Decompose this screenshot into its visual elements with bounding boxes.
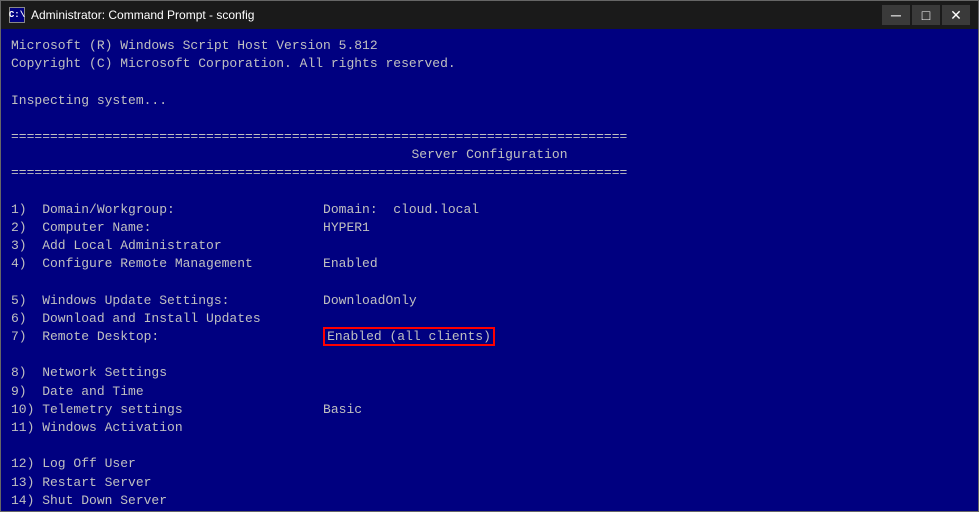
window: C:\ Administrator: Command Prompt - scon… [0,0,979,512]
blank-2 [11,273,968,291]
minimize-button[interactable]: ─ [882,5,910,25]
line-4: Inspecting system... [11,92,968,110]
item-10: 10) Telemetry settings Basic [11,401,968,419]
line-1: Microsoft (R) Windows Script Host Versio… [11,37,968,55]
line-3 [11,73,968,91]
item-5: 5) Windows Update Settings: DownloadOnly [11,292,968,310]
item-13: 13) Restart Server [11,474,968,492]
item-9: 9) Date and Time [11,383,968,401]
item-7-pre: 7) Remote Desktop: [11,329,323,344]
close-button[interactable]: ✕ [942,5,970,25]
item-1: 1) Domain/Workgroup: Domain: cloud.local [11,201,968,219]
separator-1: ========================================… [11,128,968,146]
item-7-highlight: Enabled (all clients) [323,327,495,346]
blank-1 [11,183,968,201]
title-bar: C:\ Administrator: Command Prompt - scon… [1,1,978,29]
item-15: 15) Exit to Command Line [11,510,968,511]
blank-3 [11,346,968,364]
window-controls: ─ □ ✕ [882,5,970,25]
separator-2: ========================================… [11,164,968,182]
maximize-button[interactable]: □ [912,5,940,25]
item-4: 4) Configure Remote Management Enabled [11,255,968,273]
console-area: Microsoft (R) Windows Script Host Versio… [1,29,978,511]
section-title: Server Configuration [11,146,968,164]
item-2: 2) Computer Name: HYPER1 [11,219,968,237]
item-14: 14) Shut Down Server [11,492,968,510]
item-7: 7) Remote Desktop: Enabled (all clients) [11,328,968,346]
item-8: 8) Network Settings [11,364,968,382]
item-12: 12) Log Off User [11,455,968,473]
item-6: 6) Download and Install Updates [11,310,968,328]
item-11: 11) Windows Activation [11,419,968,437]
line-2: Copyright (C) Microsoft Corporation. All… [11,55,968,73]
app-icon: C:\ [9,7,25,23]
item-3: 3) Add Local Administrator [11,237,968,255]
line-5 [11,110,968,128]
blank-4 [11,437,968,455]
window-title: Administrator: Command Prompt - sconfig [31,8,882,22]
